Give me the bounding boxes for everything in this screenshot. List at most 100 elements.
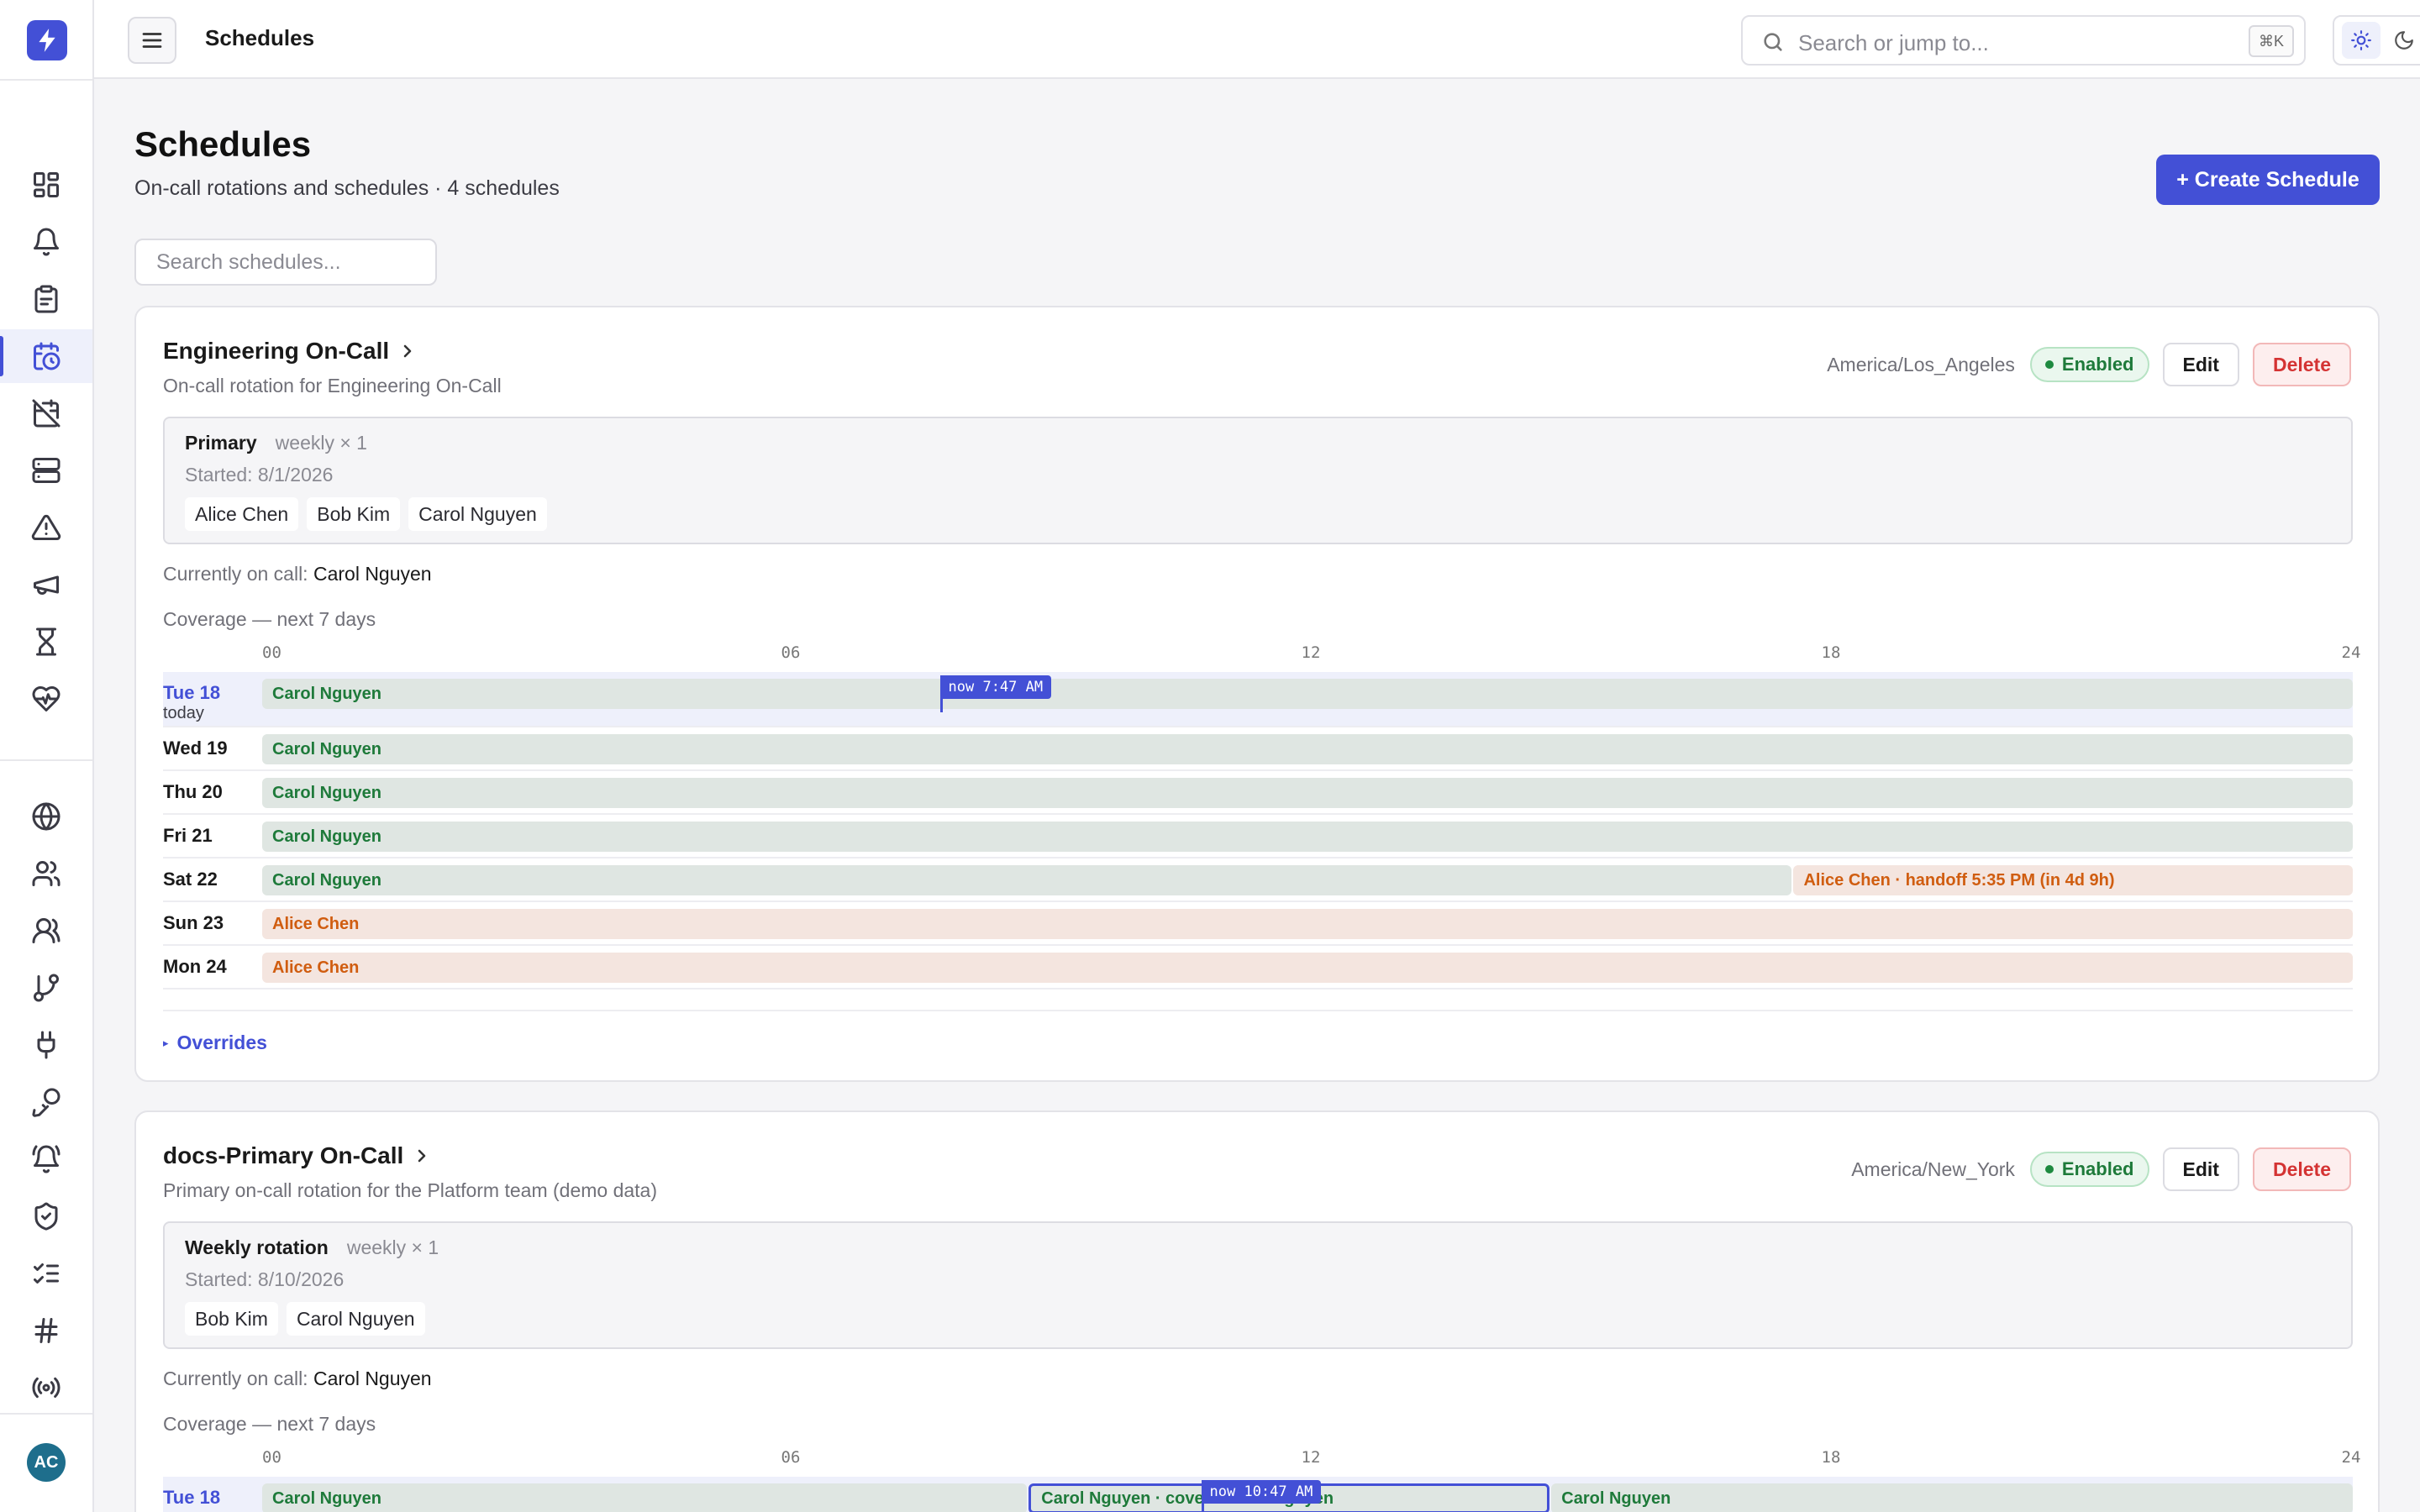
coverage-segment[interactable]: Carol Nguyen <box>262 679 2353 709</box>
shield-check-icon <box>34 1202 58 1231</box>
nav-maintenance[interactable] <box>0 386 92 440</box>
nav-incidents[interactable] <box>0 272 92 326</box>
rotation-box: Weekly rotation weekly × 1 Started: 8/10/… <box>163 1221 2353 1349</box>
day-row: Sat 22 Carol Nguyen Alice Chen · handoff 5… <box>163 858 2353 902</box>
member-chip: Bob Kim <box>307 497 401 531</box>
nav-alerts[interactable] <box>0 215 92 269</box>
checklist-icon <box>34 1263 59 1284</box>
light-theme-button[interactable] <box>2341 22 2381 59</box>
rotation-members: Bob Kim Carol Nguyen <box>185 1302 425 1336</box>
nav-status-pages[interactable] <box>0 790 92 843</box>
coverage-segment[interactable]: Alice Chen <box>262 909 2353 939</box>
rotation-start: Started: 8/10/2026 <box>185 1268 345 1290</box>
dark-theme-button[interactable] <box>2385 22 2420 59</box>
edit-button[interactable]: Edit <box>2162 1147 2239 1191</box>
server-icon <box>32 458 60 483</box>
dashboard-icon <box>34 172 59 197</box>
theme-switcher <box>2333 15 2420 66</box>
rotation-name: Primary <box>185 432 257 454</box>
coverage-segment[interactable]: Carol Nguyen <box>262 1483 1028 1512</box>
page-subtitle: On-call rotations and schedules · 4 sche… <box>134 176 560 200</box>
user-avatar[interactable]: AC <box>27 1443 66 1482</box>
coverage-segment[interactable]: Carol Nguyen <box>262 865 1792 895</box>
status-dot <box>2044 360 2054 369</box>
rotation-name: Weekly rotation <box>185 1236 329 1258</box>
status-dot <box>2044 1165 2054 1173</box>
day-row: Wed 19 Carol Nguyen <box>163 727 2353 771</box>
nav-problems[interactable] <box>0 501 92 554</box>
menu-toggle-button[interactable] <box>128 17 176 64</box>
sidebar: AC <box>0 0 94 1512</box>
day-row: Tue 18 Carol Nguyen Carol Nguyen · covers … <box>163 1477 2353 1512</box>
topbar: Schedules Search or jump to... ⌘K <box>94 0 2420 79</box>
day-label: Fri 21 <box>163 825 213 846</box>
status-badge: Enabled <box>2029 347 2149 382</box>
delete-button[interactable]: Delete <box>2252 343 2351 386</box>
nav-channels[interactable] <box>0 1304 92 1357</box>
moon-icon <box>2395 31 2413 50</box>
member-chip: Bob Kim <box>185 1302 278 1336</box>
topbar-title: Schedules <box>205 25 315 50</box>
schedule-timezone: America/Los_Angeles <box>1827 353 2015 375</box>
bell-icon <box>34 228 59 256</box>
coverage-segment[interactable]: Alice Chen · handoff 5:35 PM (in 4d 9h) <box>1793 865 2353 895</box>
edit-button[interactable]: Edit <box>2162 343 2239 386</box>
current-on-call: Currently on call: Carol Nguyen <box>163 1368 432 1390</box>
chevron-right-icon <box>418 1149 426 1163</box>
schedule-card: Engineering On-Call On-call rotation for… <box>134 306 2380 1082</box>
search-placeholder: Search or jump to... <box>1798 30 1989 55</box>
nav-services[interactable] <box>0 444 92 497</box>
overrides-toggle[interactable]: ▸ Overrides <box>163 1032 267 1054</box>
nav-notifications[interactable] <box>0 1132 92 1186</box>
tick-label: 12 <box>1301 1448 1321 1467</box>
coverage-segment[interactable]: Carol Nguyen <box>262 822 2353 852</box>
schedule-title-link[interactable]: Engineering On-Call <box>163 338 418 365</box>
nav-broadcast[interactable] <box>0 1361 92 1415</box>
current-on-call: Currently on call: Carol Nguyen <box>163 563 432 585</box>
nav-escalations[interactable] <box>0 961 92 1015</box>
day-row: Sun 23 Alice Chen <box>163 902 2353 946</box>
delete-button[interactable]: Delete <box>2252 1147 2351 1191</box>
nav-api-keys[interactable] <box>0 1075 92 1129</box>
overrides-label: Overrides <box>176 1032 267 1053</box>
nav-users[interactable] <box>0 847 92 900</box>
lightning-icon <box>39 29 55 52</box>
now-label: now 7:47 AM <box>939 675 1052 699</box>
nav-integrations[interactable] <box>0 1018 92 1072</box>
team-icon <box>32 918 60 943</box>
coverage-segment[interactable]: Alice Chen <box>262 953 2353 983</box>
create-schedule-button[interactable]: + Create Schedule <box>2156 155 2380 205</box>
status-label: Enabled <box>2061 354 2134 375</box>
app-logo[interactable] <box>27 20 67 60</box>
rotation-box: Primary weekly × 1 Started: 8/1/2026 Alic… <box>163 417 2353 544</box>
global-search[interactable]: Search or jump to... ⌘K <box>1741 15 2306 66</box>
nav-health[interactable] <box>0 672 92 726</box>
plug-icon <box>37 1031 55 1059</box>
day-label: Thu 20 <box>163 781 223 802</box>
coverage-segment[interactable]: Carol Nguyen <box>262 734 2353 764</box>
nav-schedules[interactable] <box>0 329 92 383</box>
on-call-label: Currently on call: <box>163 563 308 585</box>
calendar-clock-icon <box>34 342 60 370</box>
nav-dashboard[interactable] <box>0 158 92 212</box>
day-label: Sat 22 <box>163 869 218 890</box>
nav-sla[interactable] <box>0 615 92 669</box>
day-label: Sun 23 <box>163 912 224 933</box>
schedule-name: Engineering On-Call <box>163 338 390 364</box>
coverage-segment[interactable]: Carol Nguyen <box>262 778 2353 808</box>
nav-security[interactable] <box>0 1189 92 1243</box>
nav-tasks[interactable] <box>0 1247 92 1300</box>
chevron-right-icon <box>403 344 412 358</box>
now-label: now 10:47 AM <box>1201 1480 1322 1504</box>
schedule-title-link[interactable]: docs-Primary On-Call <box>163 1142 432 1169</box>
rotation-frequency: weekly × 1 <box>346 1236 439 1258</box>
calendar-off-icon <box>32 399 60 428</box>
coverage-segment[interactable]: Carol Nguyen <box>1551 1483 2353 1512</box>
nav-announcements[interactable] <box>0 558 92 612</box>
rotation-members: Alice Chen Bob Kim Carol Nguyen <box>185 497 547 531</box>
member-chip: Carol Nguyen <box>286 1302 425 1336</box>
schedule-search-input[interactable] <box>134 239 437 286</box>
nav-teams[interactable] <box>0 904 92 958</box>
megaphone-icon <box>34 575 59 595</box>
day-label: Tue 18 <box>163 1487 221 1508</box>
